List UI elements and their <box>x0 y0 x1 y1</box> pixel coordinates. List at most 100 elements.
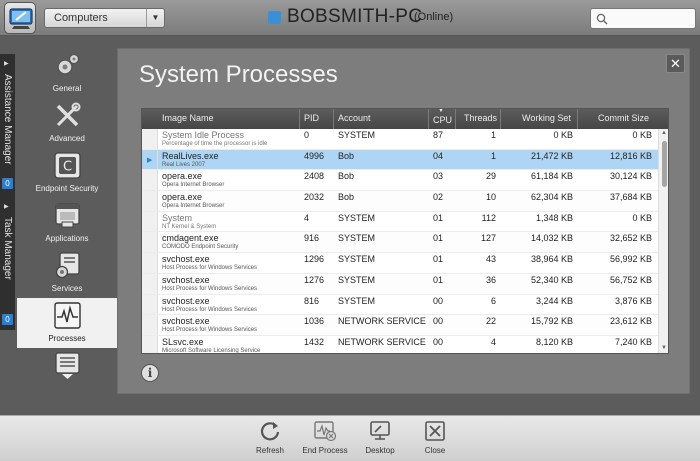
vertical-scrollbar[interactable]: ▲ ▼ <box>658 129 668 353</box>
process-account: SYSTEM <box>338 295 376 306</box>
process-description: Opera Internet Browser <box>162 182 225 189</box>
process-description: Host Process for Windows Services <box>162 306 258 313</box>
process-pid: 4996 <box>304 150 325 161</box>
table-row[interactable]: opera.exe Opera Internet Browser 2032 Bob 02… <box>142 191 658 212</box>
process-commit-size: 30,124 KB <box>609 171 652 182</box>
process-threads: 36 <box>485 274 496 285</box>
selected-row-arrow-icon: ▶ <box>147 156 153 164</box>
process-cpu: 01 <box>433 254 444 265</box>
table-row[interactable]: System Idle Process Percentage of time th… <box>142 129 658 150</box>
process-pid: 1036 <box>304 316 325 327</box>
table-row[interactable]: System NT Kernel & System 4 SYSTEM 01 112 1,34… <box>142 211 658 233</box>
close-panel-button[interactable]: ✕ <box>666 54 685 73</box>
computer-name: BOBSMITH-PC <box>287 6 423 27</box>
process-name: cmdagent.exe <box>162 233 219 244</box>
process-cpu: 02 <box>433 192 444 203</box>
scrollbar-thumb[interactable] <box>662 141 667 187</box>
column-header-image-name[interactable]: Image Name <box>162 113 214 123</box>
refresh-button[interactable]: Refresh <box>252 420 288 455</box>
row-gutter <box>142 335 158 353</box>
process-working-set: 15,792 KB <box>530 316 573 327</box>
column-header-cpu[interactable]: CPU <box>433 115 452 125</box>
services-icon <box>55 252 80 279</box>
process-description: Real Lives 2007 <box>162 161 206 168</box>
process-working-set: 3,244 KB <box>535 295 573 306</box>
table-row[interactable]: svchost.exe Host Process for Windows Serv… <box>142 273 658 295</box>
process-pid: 1432 <box>304 336 325 347</box>
process-cpu: 00 <box>433 295 444 306</box>
process-threads: 127 <box>480 233 496 244</box>
nav-item-label: Services <box>51 284 83 293</box>
column-header-pid[interactable]: PID <box>304 113 319 123</box>
table-row[interactable]: SLsvc.exe Microsoft Software Licensing Se… <box>142 335 658 353</box>
nav-item-label: Advanced <box>49 134 85 143</box>
end-process-button[interactable]: End Process <box>299 420 351 455</box>
process-account: Bob <box>338 171 355 182</box>
nav-item-services[interactable]: Services <box>17 248 117 298</box>
row-gutter <box>142 294 158 315</box>
table-row[interactable]: svchost.exe Host Process for Windows Serv… <box>142 294 658 316</box>
side-tab-label: Assistance Manager <box>2 74 13 165</box>
refresh-label: Refresh <box>255 446 284 455</box>
tools-icon <box>56 102 81 127</box>
scroll-up-icon[interactable]: ▲ <box>661 130 667 136</box>
process-working-set: 62,304 KB <box>530 192 573 203</box>
nav-item-applications[interactable]: Applications <box>17 198 117 248</box>
nav-item-endpoint-security[interactable]: C Endpoint Security <box>17 148 117 198</box>
process-commit-size: 56,752 KB <box>609 274 652 285</box>
column-divider <box>455 109 456 129</box>
close-button[interactable]: Close <box>418 420 452 455</box>
close-icon <box>425 421 445 441</box>
process-pid: 1276 <box>304 274 325 285</box>
comodo-c-icon: C <box>54 152 81 179</box>
info-button[interactable]: i <box>141 364 159 382</box>
nav-item-processes[interactable]: Processes <box>17 298 117 348</box>
process-threads: 1 <box>490 150 496 161</box>
process-pid: 2408 <box>304 171 325 182</box>
table-row[interactable]: svchost.exe Host Process for Windows Serv… <box>142 253 658 274</box>
scroll-down-icon[interactable]: ▼ <box>661 345 667 351</box>
end-process-icon <box>314 421 336 442</box>
close-icon: ✕ <box>670 56 681 71</box>
process-working-set: 61,184 KB <box>530 171 573 182</box>
process-pid: 4 <box>304 212 310 223</box>
table-row[interactable]: opera.exe Opera Internet Browser 2408 Bob 03… <box>142 170 658 192</box>
column-divider <box>577 109 578 129</box>
action-bar: Refresh End Process Desktop Close <box>0 415 700 461</box>
process-pid: 0 <box>304 130 310 140</box>
table-row[interactable]: cmdagent.exe COMODO Endpoint Security 916 S… <box>142 232 658 254</box>
expand-arrow-icon: ▶ <box>4 204 9 210</box>
table-row[interactable]: ▶ RealLives.exe Real Lives 2007 4996 Bob 04 1 2… <box>142 149 658 171</box>
column-header-account[interactable]: Account <box>338 113 371 123</box>
column-header-working-set[interactable]: Working Set <box>522 113 571 123</box>
nav-item-advanced[interactable]: Advanced <box>17 98 117 148</box>
process-account: NETWORK SERVICE <box>338 316 426 327</box>
search-input[interactable] <box>590 8 696 29</box>
process-commit-size: 23,612 KB <box>609 316 652 327</box>
process-threads: 22 <box>485 316 496 327</box>
process-cpu: 01 <box>433 233 444 244</box>
process-account: SYSTEM <box>338 130 376 140</box>
desktop-button[interactable]: Desktop <box>362 420 398 455</box>
process-cpu: 01 <box>433 212 444 223</box>
applications-icon <box>55 203 80 228</box>
column-header-commit-size[interactable]: Commit Size <box>598 113 649 123</box>
nav-item-general[interactable]: General <box>17 48 117 98</box>
process-account: Bob <box>338 192 355 203</box>
row-gutter <box>142 129 158 149</box>
row-gutter <box>142 232 158 253</box>
table-row[interactable]: svchost.exe Host Process for Windows Serv… <box>142 315 658 336</box>
column-header-threads[interactable]: Threads <box>464 113 497 123</box>
chevron-down-icon[interactable]: ▼ <box>146 9 164 27</box>
side-tab-task-manager[interactable]: ▶ Task Manager 0 <box>0 197 15 330</box>
computer-group-select[interactable]: Computers ▼ <box>44 8 165 28</box>
app-logo-icon[interactable] <box>4 2 36 34</box>
main-panel: System Processes ✕ Image Name PID Accoun… <box>117 48 690 394</box>
nav-item-more[interactable] <box>17 348 117 384</box>
process-pid: 2032 <box>304 192 325 203</box>
process-description: Host Process for Windows Services <box>162 285 258 292</box>
process-working-set: 14,032 KB <box>530 233 573 244</box>
svg-text:C: C <box>63 160 72 175</box>
process-account: SYSTEM <box>338 254 376 265</box>
side-tab-assistance-manager[interactable]: ▶ Assistance Manager 0 <box>0 54 15 194</box>
